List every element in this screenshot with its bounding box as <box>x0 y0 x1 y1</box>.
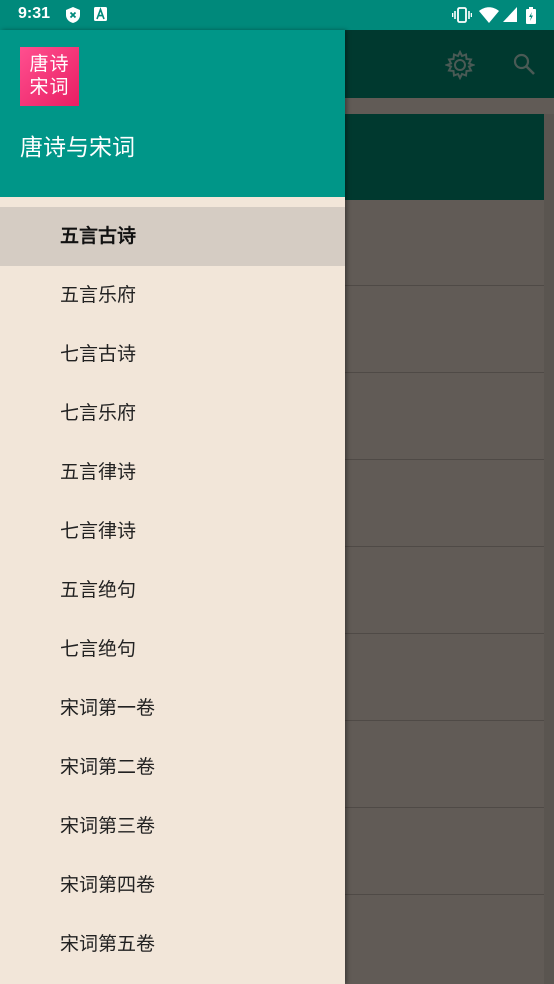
content-header-card <box>345 114 544 200</box>
menu-item-wuyan-yuefu[interactable]: 五言乐府 <box>0 266 345 325</box>
menu-item-qiyan-yuefu[interactable]: 七言乐府 <box>0 384 345 443</box>
shield-x-icon <box>66 7 80 23</box>
signal-icon <box>503 7 517 22</box>
navigation-drawer: 唐诗 宋词 唐诗与宋词 五言古诗 五言乐府 七言古诗 七言乐府 五言律诗 七言律… <box>0 30 345 984</box>
status-bar: 9:31 <box>0 0 554 30</box>
content-right-edge <box>544 114 554 984</box>
logo-line-2: 宋词 <box>29 76 70 98</box>
drawer-menu: 五言古诗 五言乐府 七言古诗 七言乐府 五言律诗 七言律诗 五言绝句 七言绝句 … <box>0 207 345 974</box>
menu-item-songci-2[interactable]: 宋词第二卷 <box>0 738 345 797</box>
menu-item-songci-3[interactable]: 宋词第三卷 <box>0 797 345 856</box>
app-toolbar <box>345 30 554 98</box>
wifi-icon <box>479 7 499 23</box>
settings-icon[interactable] <box>445 50 475 80</box>
list-item[interactable] <box>345 374 544 460</box>
logo-line-1: 唐诗 <box>29 53 70 75</box>
list-item[interactable] <box>345 200 544 286</box>
menu-item-qiyan-gushi[interactable]: 七言古诗 <box>0 325 345 384</box>
list-item[interactable] <box>345 722 544 808</box>
list-item[interactable] <box>345 461 544 547</box>
list-item[interactable] <box>345 896 544 982</box>
menu-item-songci-4[interactable]: 宋词第四卷 <box>0 856 345 915</box>
menu-item-qiyan-lvshi[interactable]: 七言律诗 <box>0 502 345 561</box>
menu-item-wuyan-gushi[interactable]: 五言古诗 <box>0 207 345 266</box>
drawer-header: 唐诗 宋词 唐诗与宋词 <box>0 30 345 197</box>
list-item[interactable] <box>345 809 544 895</box>
status-time: 9:31 <box>18 5 51 22</box>
search-icon[interactable] <box>512 52 536 76</box>
drawer-title: 唐诗与宋词 <box>20 135 135 161</box>
font-a-icon <box>94 7 107 21</box>
list-item[interactable] <box>345 635 544 721</box>
menu-item-songci-1[interactable]: 宋词第一卷 <box>0 679 345 738</box>
menu-item-wuyan-jueju[interactable]: 五言绝句 <box>0 561 345 620</box>
app-logo: 唐诗 宋词 <box>20 47 79 106</box>
battery-icon <box>526 7 536 24</box>
list-item[interactable] <box>345 548 544 634</box>
menu-item-qiyan-jueju[interactable]: 七言绝句 <box>0 620 345 679</box>
menu-item-wuyan-lvshi[interactable]: 五言律诗 <box>0 443 345 502</box>
vibrate-icon <box>452 7 472 23</box>
menu-item-songci-5[interactable]: 宋词第五卷 <box>0 915 345 974</box>
list-item[interactable] <box>345 287 544 373</box>
